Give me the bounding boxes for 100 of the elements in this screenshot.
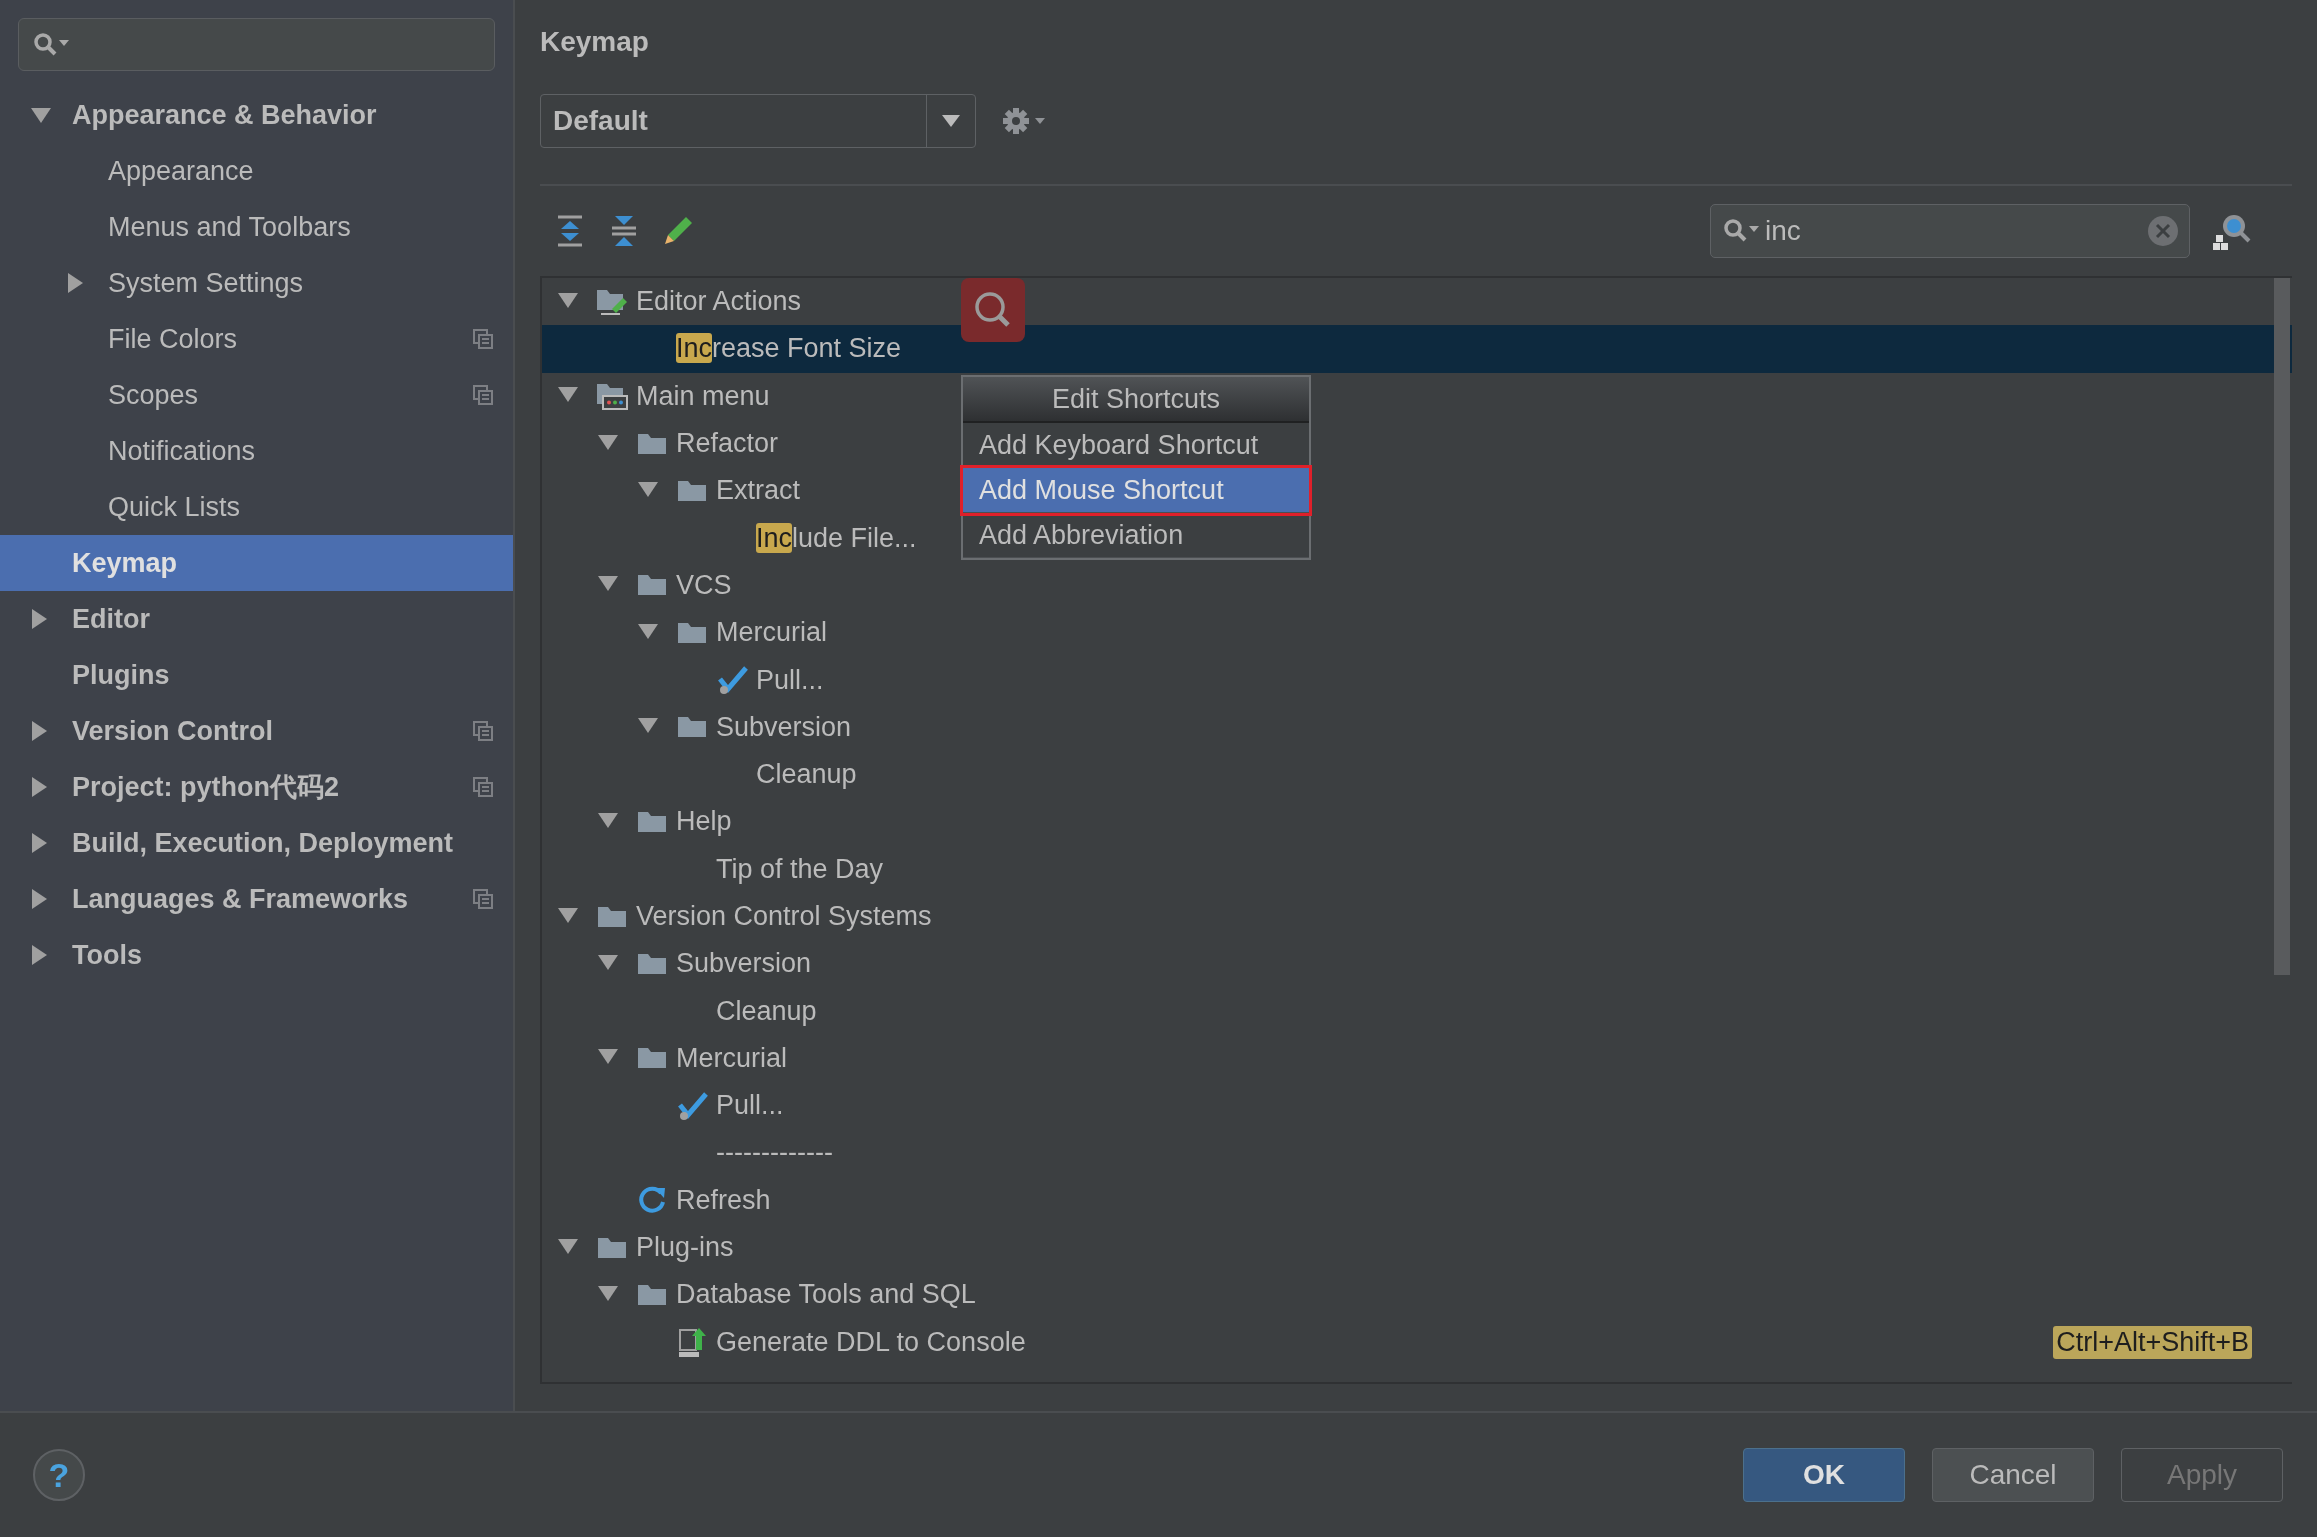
expanded-arrow-icon[interactable]	[557, 905, 579, 924]
sidebar-item-selected[interactable]: Keymap	[0, 535, 513, 591]
sidebar-item[interactable]: Appearance	[0, 143, 513, 199]
sidebar-item-label: Notifications	[108, 435, 256, 467]
expanded-arrow-icon[interactable]	[637, 716, 659, 735]
expanded-arrow-icon[interactable]	[597, 432, 619, 451]
tree-item[interactable]: Subversion	[716, 711, 852, 743]
shortcut-tag: Ctrl+Alt+Shift+B	[2053, 1325, 2252, 1359]
collapsed-arrow-icon[interactable]	[30, 888, 48, 910]
document-arrow-icon	[677, 1326, 707, 1359]
folder-icon	[597, 904, 627, 929]
sidebar-item[interactable]: Scopes	[0, 367, 513, 423]
folder-icon	[597, 1235, 627, 1260]
sidebar-item[interactable]: Menus and Toolbars	[0, 199, 513, 255]
folder-icon	[677, 620, 707, 645]
scheme-dropdown[interactable]: Default	[540, 94, 976, 148]
sidebar-item[interactable]: File Colors	[0, 311, 513, 367]
sidebar-item-label: Plugins	[72, 659, 170, 691]
collapsed-arrow-icon[interactable]	[30, 608, 48, 630]
sidebar-item-label: Appearance	[108, 155, 254, 187]
tree-item[interactable]: Cleanup	[756, 759, 857, 791]
tree-item[interactable]: Cleanup	[716, 995, 817, 1027]
tree-item[interactable]: Plug-ins	[636, 1232, 734, 1264]
tree-item[interactable]: Include File...	[756, 522, 917, 554]
expanded-arrow-icon[interactable]	[597, 574, 619, 593]
sidebar-item[interactable]: Notifications	[0, 423, 513, 479]
tree-item[interactable]: Increase Font Size	[676, 333, 902, 365]
dialog-button[interactable]: Cancel	[1932, 1448, 2094, 1502]
expanded-arrow-icon[interactable]	[637, 621, 659, 640]
sidebar-item[interactable]: Editor	[0, 591, 513, 647]
expanded-arrow-icon[interactable]	[597, 1283, 619, 1302]
search-field[interactable]	[18, 18, 495, 71]
folder-icon	[637, 1282, 667, 1307]
sidebar-item[interactable]: System Settings	[0, 255, 513, 311]
sidebar-item-label: Quick Lists	[108, 491, 241, 523]
collapsed-arrow-icon[interactable]	[30, 944, 48, 966]
expanded-arrow-icon[interactable]	[597, 1047, 619, 1066]
sidebar-item[interactable]: Version Control	[0, 703, 513, 759]
dialog-button[interactable]: OK	[1743, 1448, 1905, 1502]
menu-item[interactable]: Add Mouse Shortcut	[963, 468, 1309, 513]
tree-item[interactable]: Help	[676, 806, 732, 838]
expanded-arrow-icon[interactable]	[597, 810, 619, 829]
expanded-arrow-icon[interactable]	[557, 385, 579, 404]
collapsed-arrow-icon[interactable]	[30, 832, 48, 854]
tree-row-selected[interactable]: Increase Font Size	[542, 325, 2292, 373]
checkmark-arrow-icon	[676, 1090, 708, 1121]
search-field[interactable]: inc	[1710, 204, 2190, 258]
sidebar-item[interactable]: Project: python代码2	[0, 759, 513, 815]
tree-item[interactable]: Pull...	[716, 1090, 784, 1122]
refresh-icon	[637, 1185, 667, 1216]
tree-item[interactable]: Editor Actions	[636, 286, 802, 318]
copy-icon	[473, 721, 493, 741]
scrollbar-thumb[interactable]	[2274, 278, 2290, 975]
expanded-arrow-icon[interactable]	[30, 106, 52, 124]
folder-icon	[677, 478, 707, 503]
sidebar-item-label: Version Control	[72, 715, 274, 747]
tree-item[interactable]: Subversion	[676, 948, 812, 980]
tree-item[interactable]: Main menu	[636, 380, 770, 412]
sidebar-item[interactable]: Quick Lists	[0, 479, 513, 535]
sidebar-item-label: Project: python代码2	[72, 771, 340, 804]
tree-item[interactable]: Tip of the Day	[716, 853, 884, 885]
clear-icon[interactable]	[2147, 215, 2179, 247]
caret-icon	[941, 114, 961, 128]
expanded-arrow-icon[interactable]	[557, 1236, 579, 1255]
tree-item[interactable]: Generate DDL to Console	[716, 1326, 1026, 1358]
sidebar-item[interactable]: Tools	[0, 927, 513, 983]
gear-icon[interactable]	[1002, 105, 1048, 137]
expanded-arrow-icon[interactable]	[637, 479, 659, 498]
tree-item[interactable]: Extract	[716, 475, 801, 507]
sidebar-item-label: Appearance & Behavior	[72, 99, 377, 131]
sidebar-item[interactable]: Plugins	[0, 647, 513, 703]
tree-item[interactable]: Refresh	[676, 1184, 771, 1216]
tree-item[interactable]: -------------	[716, 1137, 833, 1169]
folder-pencil-icon	[596, 287, 628, 316]
tree-item[interactable]: VCS	[676, 569, 732, 601]
page-title: Keymap	[540, 26, 650, 59]
expanded-arrow-icon[interactable]	[597, 952, 619, 971]
search-badge-icon	[961, 278, 1025, 342]
sidebar-item[interactable]: Build, Execution, Deployment	[0, 815, 513, 871]
tree-item[interactable]: Version Control Systems	[636, 901, 932, 932]
menu-item[interactable]: Add Abbreviation	[963, 513, 1309, 558]
tree-item[interactable]: Mercurial	[716, 617, 828, 649]
folder-icon	[637, 809, 667, 834]
sidebar-item[interactable]: Appearance & Behavior	[0, 87, 513, 143]
copy-icon	[473, 777, 493, 797]
collapsed-arrow-icon[interactable]	[30, 720, 48, 742]
tree-item[interactable]: Pull...	[756, 664, 824, 696]
collapsed-arrow-icon[interactable]	[66, 272, 84, 294]
tree-item[interactable]: Refactor	[676, 428, 779, 460]
help-button[interactable]: ?	[33, 1449, 85, 1501]
expanded-arrow-icon[interactable]	[557, 290, 579, 309]
folder-menu-icon	[596, 382, 628, 411]
sidebar-item-label: File Colors	[108, 323, 238, 355]
collapsed-arrow-icon[interactable]	[30, 776, 48, 798]
tree-item[interactable]: Database Tools and SQL	[676, 1279, 976, 1311]
tree-item[interactable]: Mercurial	[676, 1042, 788, 1074]
copy-icon	[473, 889, 493, 909]
sidebar-item-label: Build, Execution, Deployment	[72, 827, 454, 859]
folder-icon	[637, 951, 667, 976]
sidebar-item[interactable]: Languages & Frameworks	[0, 871, 513, 927]
